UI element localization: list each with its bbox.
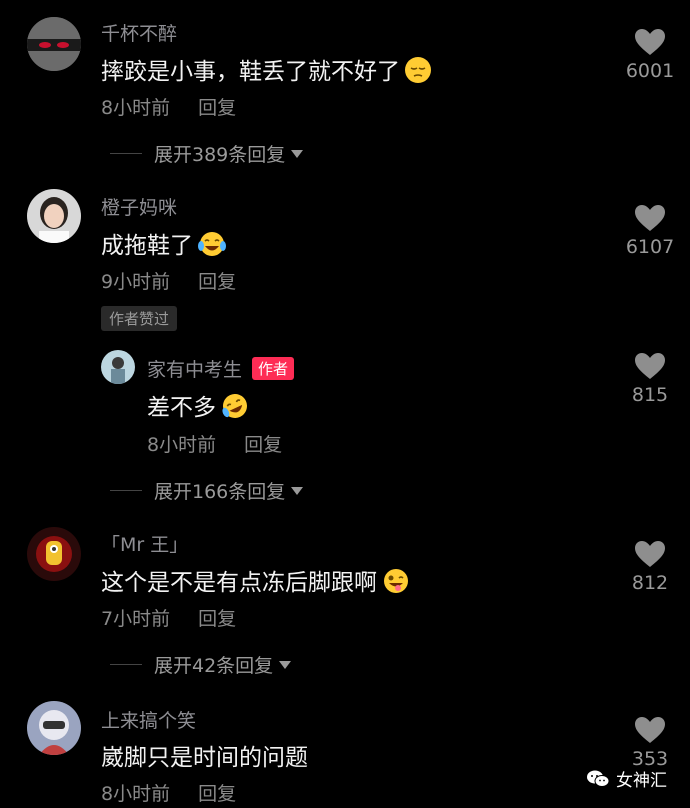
comment-text: 崴脚只是时间的问题 (101, 745, 308, 771)
heart-icon (635, 717, 665, 743)
expand-replies-button[interactable]: 展开166条回复 (110, 477, 304, 504)
comment-username[interactable]: 「Mr 王」 (101, 530, 188, 557)
comment-timestamp: 7小时前 (101, 608, 171, 630)
like-button[interactable]: 353 (620, 716, 680, 770)
expand-replies-label: 展开42条回复 (154, 655, 274, 677)
avatar-user-4[interactable] (27, 701, 81, 755)
reply-timestamp: 8小时前 (147, 434, 217, 456)
reply-username-label[interactable]: 家有中考生 (147, 355, 242, 382)
comment-meta: 8小时前 回复 (101, 779, 236, 806)
like-count: 6001 (625, 60, 675, 82)
heart-icon (635, 205, 665, 231)
tears-of-joy-emoji-icon (197, 230, 227, 264)
comment-username[interactable]: 千杯不醉 (101, 19, 177, 46)
like-count: 6107 (625, 236, 675, 258)
comment-username[interactable]: 橙子妈咪 (101, 193, 177, 220)
reply-button[interactable]: 回复 (198, 783, 236, 805)
author-liked-badge: 作者赞过 (101, 306, 178, 331)
avatar-user-3[interactable] (27, 527, 81, 581)
avatar-reply-author[interactable] (101, 350, 135, 384)
expand-replies-button[interactable]: 展开42条回复 (110, 651, 292, 678)
comment-text: 成拖鞋了 (101, 226, 227, 264)
comment-username[interactable]: 上来搞个笑 (101, 706, 196, 733)
reply-button[interactable]: 回复 (198, 608, 236, 630)
pensive-face-emoji-icon (404, 56, 432, 90)
comment-meta: 7小时前 回复 (101, 604, 236, 631)
comment-text: 这个是不是有点冻后脚跟啊 (101, 563, 411, 601)
like-button[interactable]: 6001 (620, 28, 680, 82)
heart-icon (635, 353, 665, 379)
author-badge: 作者 (252, 357, 295, 380)
comment-text: 摔跤是小事，鞋丢了就不好了 (101, 52, 432, 90)
comment-timestamp: 8小时前 (101, 783, 171, 805)
divider-line (110, 664, 142, 665)
reply-button[interactable]: 回复 (198, 271, 236, 293)
avatar-user-2[interactable] (27, 189, 81, 243)
like-button[interactable]: 815 (620, 352, 680, 406)
comment-meta: 9小时前 回复 (101, 267, 236, 294)
reply-meta: 8小时前 回复 (147, 430, 282, 457)
comment-timestamp: 8小时前 (101, 97, 171, 119)
zany-face-emoji-icon (381, 567, 411, 601)
reply-button[interactable]: 回复 (244, 434, 282, 456)
caret-down-icon (291, 486, 304, 495)
expand-replies-label: 展开389条回复 (154, 144, 286, 166)
rolling-laughing-emoji-icon (220, 392, 250, 426)
like-count: 812 (631, 572, 669, 594)
caret-down-icon (279, 660, 292, 669)
reply-text: 差不多 (147, 388, 250, 426)
like-count: 815 (631, 384, 669, 406)
heart-icon (635, 541, 665, 567)
comment-text-body: 这个是不是有点冻后脚跟啊 (101, 570, 377, 596)
comment-text-body: 摔跤是小事，鞋丢了就不好了 (101, 59, 400, 85)
heart-icon (635, 29, 665, 55)
comment-meta: 8小时前 回复 (101, 93, 236, 120)
avatar-user-1[interactable] (27, 17, 81, 71)
reply-text-body: 差不多 (147, 395, 216, 421)
reply-username: 家有中考生 作者 (147, 355, 295, 382)
wechat-icon (587, 770, 610, 787)
comment-text-body: 成拖鞋了 (101, 233, 193, 259)
divider-line (110, 153, 142, 154)
watermark: 女神汇 (586, 766, 667, 791)
watermark-label: 女神汇 (616, 771, 667, 791)
divider-line (110, 490, 142, 491)
expand-replies-label: 展开166条回复 (154, 481, 286, 503)
like-button[interactable]: 6107 (620, 204, 680, 258)
expand-replies-button[interactable]: 展开389条回复 (110, 140, 304, 167)
like-button[interactable]: 812 (620, 540, 680, 594)
reply-button[interactable]: 回复 (198, 97, 236, 119)
caret-down-icon (291, 149, 304, 158)
comment-timestamp: 9小时前 (101, 271, 171, 293)
